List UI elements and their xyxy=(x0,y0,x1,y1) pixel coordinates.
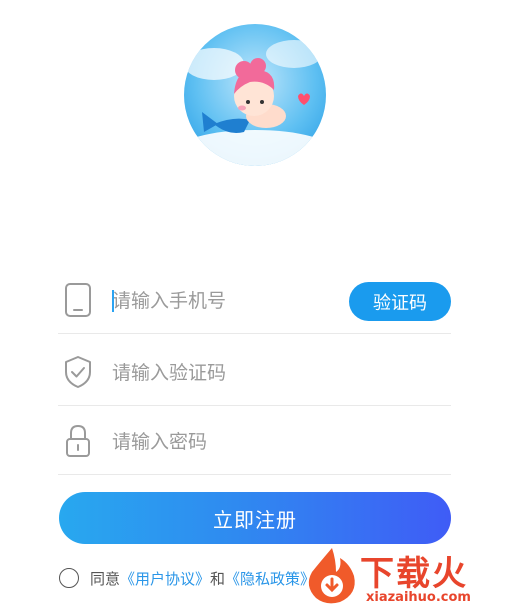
agree-connector: 和 xyxy=(210,569,226,588)
user-agreement-link[interactable]: 《用户协议》 xyxy=(120,568,210,589)
divider xyxy=(58,405,451,406)
shield-check-icon xyxy=(60,354,96,390)
watermark-url: xiazaihuo.com xyxy=(366,590,471,605)
password-input[interactable] xyxy=(112,425,332,459)
watermark: 下载火 xiazaihuo.com xyxy=(300,540,512,609)
divider xyxy=(58,474,451,475)
get-code-button[interactable]: 验证码 xyxy=(349,282,451,321)
agree-prefix: 同意 xyxy=(90,569,121,588)
agree-checkbox[interactable] xyxy=(59,568,79,588)
register-button[interactable]: 立即注册 xyxy=(59,492,451,544)
flame-logo-icon xyxy=(308,548,355,604)
code-row xyxy=(58,338,451,406)
password-row xyxy=(58,407,451,475)
watermark-title: 下载火 xyxy=(360,554,468,594)
divider xyxy=(58,333,451,334)
agreement-row: 同意 《用户协议》 和 《隐私政策》 xyxy=(59,565,315,591)
phone-icon xyxy=(60,282,96,318)
phone-input[interactable] xyxy=(112,284,332,318)
lock-icon xyxy=(60,423,96,459)
avatar[interactable] xyxy=(184,24,326,166)
phone-row: 验证码 xyxy=(58,266,451,334)
text-cursor xyxy=(112,290,114,312)
code-input[interactable] xyxy=(112,356,332,390)
